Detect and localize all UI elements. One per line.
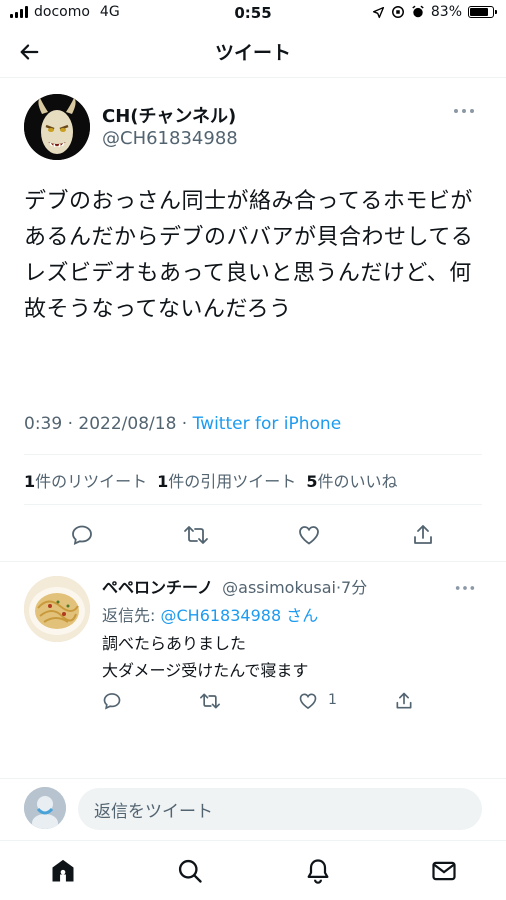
reply-handle[interactable]: @assimokusai (222, 578, 336, 597)
share-button[interactable] (410, 522, 436, 548)
tab-home[interactable] (47, 855, 79, 887)
tab-notifications[interactable] (302, 855, 334, 887)
tweet-source-link[interactable]: Twitter for iPhone (193, 414, 342, 434)
search-icon (178, 859, 202, 883)
more-options-icon[interactable] (454, 582, 476, 594)
retweet-button[interactable] (199, 690, 221, 712)
reply-actions: 1 (0, 690, 506, 716)
pasta-avatar-icon (24, 576, 90, 642)
reply-like-count: 1 (328, 692, 337, 708)
tweet-meta: 0:39 · 2022/08/18 · Twitter for iPhone (24, 414, 342, 434)
display-name[interactable]: CH(チャンネル) (102, 102, 236, 128)
location-icon (372, 6, 384, 18)
battery-icon (468, 6, 497, 18)
hannya-mask-avatar-icon (24, 94, 90, 160)
bottom-tab-bar (0, 840, 506, 900)
tab-search[interactable] (174, 855, 206, 887)
divider (24, 454, 482, 455)
tweet-date: 2022/08/18 (78, 414, 177, 434)
tweet-text: デブのおっさん同士が絡み合ってるホモビがあるんだからデブのババアが貝合わせしてる… (24, 189, 474, 322)
avatar[interactable] (24, 787, 66, 829)
orientation-lock-icon (391, 6, 404, 18)
share-button[interactable] (393, 690, 415, 712)
battery-percent: 83% (430, 4, 462, 20)
likes-stat[interactable]: 5件のいいね (306, 468, 397, 492)
like-button[interactable] (296, 522, 322, 548)
reply-text: 調べたらありました 大ダメージ受けたんで寝ます (102, 634, 309, 680)
retweets-stat[interactable]: 1件のリツイート (24, 468, 147, 492)
tab-messages[interactable] (428, 855, 460, 887)
reply-icon (103, 693, 121, 710)
avatar[interactable] (24, 576, 90, 642)
heart-icon (299, 526, 319, 545)
replying-to: 返信先: @CH61834988 さん (102, 606, 319, 625)
mail-icon (432, 861, 456, 881)
retweet-icon (199, 693, 220, 709)
reply-button[interactable] (69, 522, 95, 548)
tweet-actions (0, 514, 506, 556)
reply-header: ペペロンチーノ @assimokusai·7分 (102, 578, 368, 597)
arrow-left-icon (20, 44, 39, 60)
reply-input[interactable]: 返信をツイート (78, 788, 482, 830)
share-icon (396, 692, 412, 709)
reply-to-mention[interactable]: @CH61834988 さん (160, 606, 318, 625)
like-button[interactable] (297, 690, 319, 712)
reply-display-name[interactable]: ペペロンチーノ (102, 578, 213, 597)
divider (24, 504, 482, 505)
quotes-stat[interactable]: 1件の引用ツイート (157, 468, 296, 492)
tweet-time: 0:39 (24, 414, 63, 434)
tweet-stats: 1件のリツイート 1件の引用ツイート 5件のいいね (24, 468, 397, 492)
home-icon (52, 859, 74, 882)
bell-icon (307, 859, 329, 884)
nav-header: ツイート (0, 26, 506, 78)
alarm-icon (412, 5, 424, 18)
share-icon (414, 525, 432, 544)
reply-icon (72, 525, 92, 546)
reply-time: 7分 (341, 578, 368, 597)
retweet-button[interactable] (183, 522, 209, 548)
avatar[interactable] (24, 94, 90, 160)
reply-button[interactable] (101, 690, 123, 712)
page-title: ツイート (214, 42, 291, 64)
back-button[interactable] (14, 38, 44, 66)
reply-composer: 返信をツイート (0, 778, 506, 840)
retweet-icon (184, 526, 208, 544)
user-avatar-icon (24, 787, 66, 829)
status-bar: docomo 4G 0:55 83% (0, 0, 506, 26)
heart-icon (299, 693, 317, 710)
separator (0, 561, 506, 562)
user-handle[interactable]: @CH61834988 (102, 128, 238, 149)
more-options-icon[interactable] (452, 104, 476, 118)
